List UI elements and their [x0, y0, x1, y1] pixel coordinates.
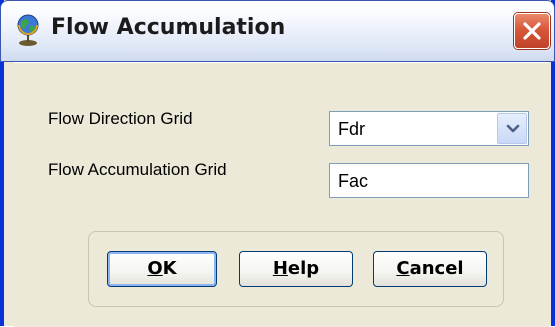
- title-bar[interactable]: Flow Accumulation: [0, 0, 555, 62]
- button-group: OK Help Cancel: [88, 231, 504, 307]
- flow-direction-value: Fdr: [338, 119, 365, 139]
- cancel-label: ancel: [409, 258, 464, 279]
- help-label: elp: [287, 258, 320, 279]
- flow-direction-dropdown[interactable]: Fdr: [329, 111, 529, 146]
- window-title: Flow Accumulation: [51, 15, 286, 40]
- cancel-button[interactable]: Cancel: [373, 251, 487, 287]
- dialog-body: Flow Direction Grid Fdr Flow Accumulatio…: [14, 62, 549, 327]
- cancel-mnemonic: C: [396, 258, 410, 279]
- chevron-down-icon: [506, 124, 520, 133]
- help-button[interactable]: Help: [239, 251, 353, 287]
- ok-mnemonic: O: [147, 258, 163, 279]
- flow-accumulation-value: Fac: [338, 171, 369, 191]
- close-icon: [523, 22, 541, 40]
- ok-button[interactable]: OK: [107, 251, 217, 287]
- ok-label: K: [162, 258, 177, 279]
- flow-direction-label: Flow Direction Grid: [48, 109, 193, 128]
- help-mnemonic: H: [272, 258, 288, 279]
- dropdown-button[interactable]: [497, 113, 527, 144]
- flow-accumulation-input[interactable]: Fac: [329, 163, 529, 198]
- flow-accumulation-label: Flow Accumulation Grid: [48, 160, 227, 179]
- globe-icon: [15, 13, 41, 47]
- close-button[interactable]: [514, 13, 550, 49]
- dialog-window: Flow Accumulation Flow Direction Grid Fd…: [0, 0, 555, 327]
